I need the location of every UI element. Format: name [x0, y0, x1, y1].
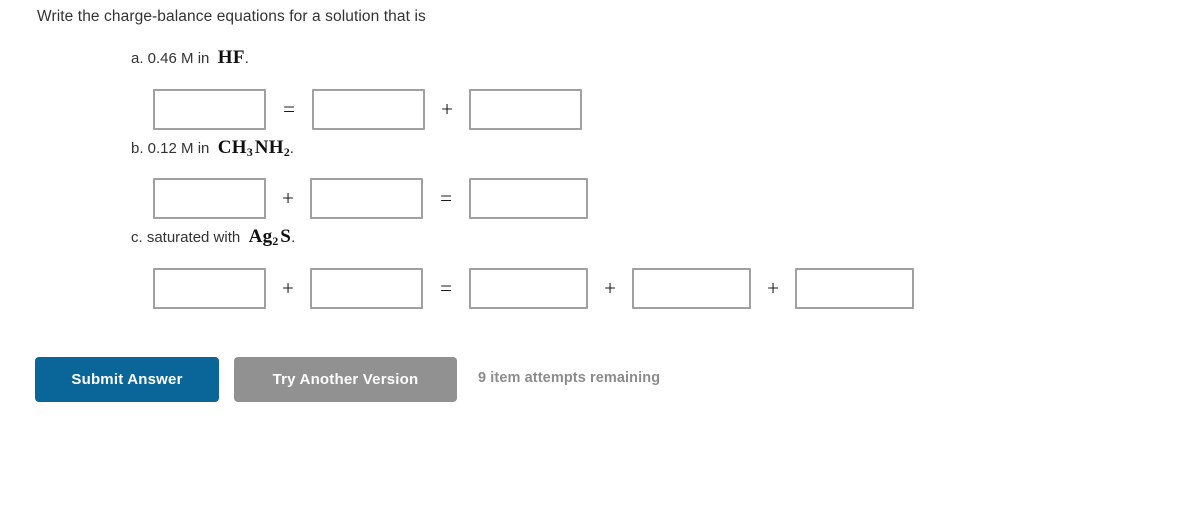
part-c-operator-plus-2: +: [604, 275, 616, 300]
attempts-remaining-text: 9 item attempts remaining: [478, 370, 661, 386]
submit-answer-button[interactable]: Submit Answer: [35, 357, 219, 402]
question-prompt: Write the charge-balance equations for a…: [37, 8, 426, 25]
part-c-operator-plus-1: +: [282, 275, 294, 300]
part-c-formula: Ag2 S: [248, 226, 292, 249]
part-b-box-3[interactable]: [469, 177, 588, 219]
part-c-operator-equals: =: [440, 275, 452, 300]
part-c-box-3[interactable]: [469, 267, 588, 309]
part-a-label-text: a. 0.46 M in: [131, 50, 210, 67]
part-c-box-1[interactable]: [153, 267, 266, 309]
part-a-box-3[interactable]: [469, 88, 582, 130]
part-c-period: .: [291, 229, 296, 246]
part-b-box-2[interactable]: [310, 177, 423, 219]
part-b-operator-plus: +: [282, 185, 294, 210]
part-c-operator-plus-3: +: [767, 275, 779, 300]
part-a-period: .: [244, 50, 249, 67]
part-a-formula: HF: [217, 47, 245, 68]
part-a-operator-plus: +: [441, 96, 453, 121]
part-c-answer-row: + = + +: [153, 264, 914, 312]
part-c-box-5[interactable]: [795, 267, 914, 309]
part-c-label-text: c. saturated with: [131, 229, 241, 246]
part-a-box-1[interactable]: [153, 88, 266, 130]
part-c-box-2[interactable]: [310, 267, 423, 309]
part-a-answer-row: = +: [153, 85, 582, 133]
part-c-box-4[interactable]: [632, 267, 751, 309]
part-b-formula: CH3 NH2: [217, 137, 290, 160]
question-page: Write the charge-balance equations for a…: [0, 0, 1185, 517]
part-b-operator-equals: =: [440, 185, 452, 210]
part-b-label-text: b. 0.12 M in: [131, 140, 210, 157]
part-a-label: a. 0.46 M in HF.: [131, 48, 249, 69]
part-a-box-2[interactable]: [312, 88, 425, 130]
part-c-label: c. saturated with Ag2 S.: [131, 227, 295, 249]
part-b-box-1[interactable]: [153, 177, 266, 219]
part-a-operator-equals: =: [283, 96, 295, 121]
part-b-label: b. 0.12 M in CH3 NH2.: [131, 138, 294, 160]
part-b-period: .: [289, 140, 294, 157]
try-another-version-button[interactable]: Try Another Version: [234, 357, 457, 402]
part-b-answer-row: + =: [153, 174, 588, 222]
